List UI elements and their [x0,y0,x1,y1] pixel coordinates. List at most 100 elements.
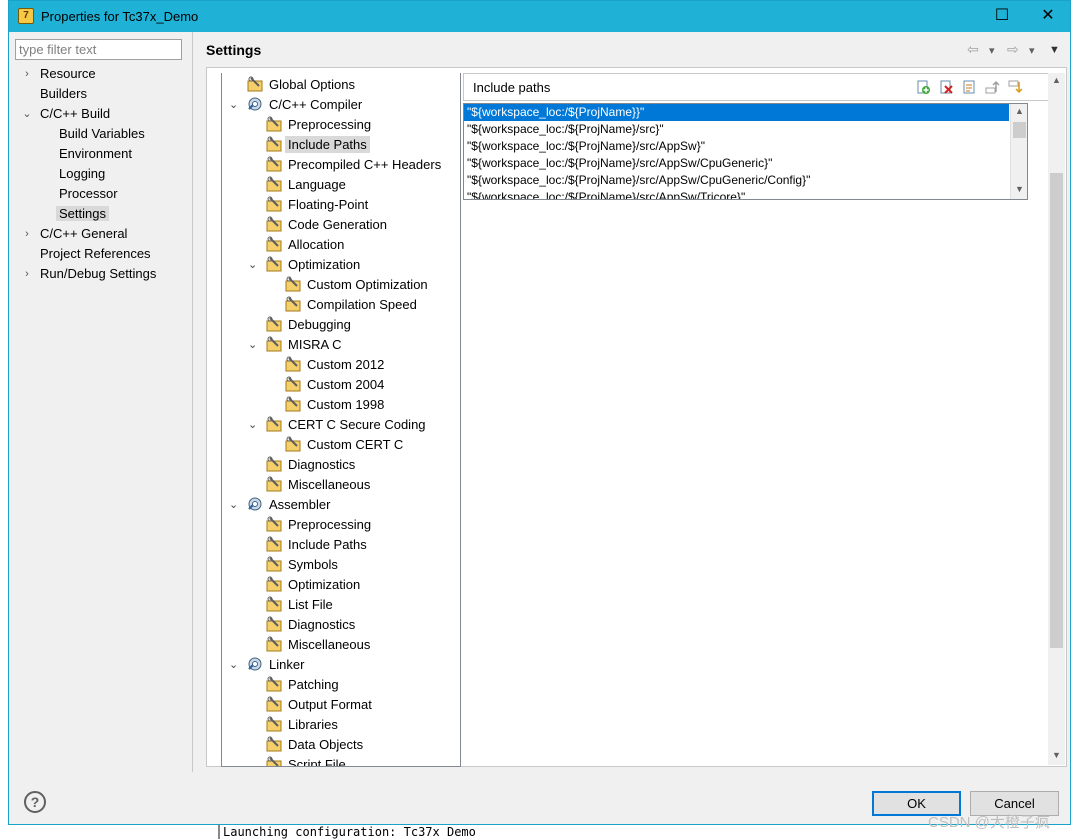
forward-arrow-icon[interactable]: ⇨ [1007,41,1019,58]
tree-node-label: Linker [269,657,305,672]
delete-icon[interactable] [938,79,954,95]
tree-node-label: List File [288,597,333,612]
tree-node[interactable]: Miscellaneous [266,635,373,655]
content-scroll-up[interactable]: ▲ [1048,75,1065,85]
nav-item[interactable]: › C/C++ General [25,224,130,244]
nav-item[interactable]: Logging [56,164,108,184]
include-path-row[interactable]: "${workspace_loc:/${ProjName}/src/AppSw/… [464,155,1027,172]
tree-node[interactable]: Preprocessing [266,515,374,535]
chevron-down-icon[interactable]: ⌄ [248,415,257,435]
tool-settings-icon [266,456,285,472]
filter-input[interactable] [15,39,182,60]
tree-node[interactable]: Custom 1998 [285,395,387,415]
move-down-icon[interactable] [1007,79,1023,95]
tree-node-label: Patching [288,677,339,692]
content-scroll-down[interactable]: ▼ [1048,750,1065,760]
tree-node[interactable]: Custom 2012 [285,355,387,375]
tool-settings-icon [266,116,285,132]
tree-node[interactable]: Miscellaneous [266,475,373,495]
tree-node-label: C/C++ Compiler [269,97,363,112]
nav-item[interactable]: Build Variables [56,124,148,144]
tree-node[interactable]: Data Objects [266,735,366,755]
tree-node[interactable]: Patching [266,675,342,695]
nav-item-label: Project References [40,246,151,261]
tree-node[interactable]: Code Generation [266,215,390,235]
tree-node[interactable]: Debugging [266,315,354,335]
list-scrollbar[interactable]: ▲ ▼ [1010,104,1027,199]
nav-item[interactable]: Environment [56,144,135,164]
include-path-row[interactable]: "${workspace_loc:/${ProjName}/src/AppSw/… [464,189,1027,199]
tree-node-label: Include Paths [285,136,370,153]
maximize-button[interactable]: ☐ [979,1,1025,32]
tree-node-label: Precompiled C++ Headers [288,157,442,172]
view-menu-icon[interactable]: ▼ [1049,44,1060,56]
nav-item[interactable]: Project References [37,244,154,264]
tree-node[interactable]: Preprocessing [266,115,374,135]
tree-node[interactable]: List File [266,595,336,615]
tree-node[interactable]: Include Paths [266,535,370,555]
forward-dropdown-icon[interactable]: ▾ [1029,44,1035,57]
background-console: Launching configuration: Tc37x Demo [8,824,1071,839]
chevron-down-icon[interactable]: ⌄ [229,495,238,515]
tool-gear-icon [247,497,266,512]
tree-node[interactable]: ⌄ Assembler [229,495,333,515]
include-path-row[interactable]: "${workspace_loc:/${ProjName}/src/AppSw/… [464,172,1027,189]
back-dropdown-icon[interactable]: ▾ [989,44,995,57]
include-path-row[interactable]: "${workspace_loc:/${ProjName}}" [464,104,1009,121]
tree-node[interactable]: Libraries [266,715,341,735]
chevron-right-icon[interactable]: › [21,64,33,84]
chevron-right-icon[interactable]: › [21,264,33,284]
tree-node[interactable]: ⌄ C/C++ Compiler [229,95,365,115]
chevron-down-icon[interactable]: ⌄ [229,655,238,675]
nav-item[interactable]: › Run/Debug Settings [25,264,159,284]
tree-node[interactable]: Custom CERT C [285,435,406,455]
list-scroll-thumb[interactable] [1013,122,1026,138]
tree-node[interactable]: Precompiled C++ Headers [266,155,444,175]
tree-node[interactable]: Include Paths [266,135,370,155]
nav-item[interactable]: › Resource [25,64,99,84]
tree-node[interactable]: ⌄ MISRA C [248,335,344,355]
tree-node[interactable]: Compilation Speed [285,295,420,315]
nav-item[interactable]: Processor [56,184,121,204]
tree-node[interactable]: ⌄ Linker [229,655,307,675]
tree-node-label: Diagnostics [288,617,356,632]
nav-item[interactable]: ⌄ C/C++ Build [22,104,113,124]
edit-icon[interactable] [961,79,977,95]
tree-node-label: Libraries [288,717,338,732]
include-paths-list[interactable]: "${workspace_loc:/${ProjName}}" "${worksp… [463,103,1028,200]
tree-node[interactable]: Language [266,175,349,195]
tree-node[interactable]: Custom 2004 [285,375,387,395]
add-icon[interactable] [915,79,931,95]
content-scroll-thumb[interactable] [1050,173,1063,648]
help-icon[interactable]: ? [24,791,46,813]
chevron-down-icon[interactable]: ⌄ [229,95,238,115]
move-up-icon[interactable] [984,79,1000,95]
chevron-down-icon[interactable]: ⌄ [248,255,257,275]
nav-item[interactable]: Settings [56,204,109,224]
tree-node[interactable]: Output Format [266,695,375,715]
tree-node[interactable]: Diagnostics [266,455,358,475]
chevron-down-icon[interactable]: ⌄ [21,104,33,124]
include-path-row[interactable]: "${workspace_loc:/${ProjName}/src/AppSw}… [464,138,1027,155]
chevron-right-icon[interactable]: › [21,224,33,244]
back-arrow-icon[interactable]: ⇦ [967,41,979,58]
tree-node[interactable]: Script File [266,755,349,766]
close-button[interactable]: ✕ [1025,1,1071,32]
tree-node[interactable]: Allocation [266,235,347,255]
nav-item[interactable]: Builders [37,84,90,104]
tree-node[interactable]: ⌄ Optimization [248,255,363,275]
tree-node[interactable]: Diagnostics [266,615,358,635]
tree-node-label: Custom 1998 [307,397,385,412]
list-scroll-down[interactable]: ▼ [1011,184,1027,194]
nav-item-label: Builders [40,86,87,101]
tree-node[interactable]: Symbols [266,555,341,575]
chevron-down-icon[interactable]: ⌄ [248,335,257,355]
tree-node[interactable]: Custom Optimization [285,275,431,295]
include-path-row[interactable]: "${workspace_loc:/${ProjName}/src}" [464,121,1027,138]
tree-node[interactable]: Optimization [266,575,363,595]
tree-node[interactable]: Floating-Point [266,195,371,215]
tree-node[interactable]: Global Options [247,75,358,95]
content-scrollbar[interactable]: ▲ ▼ [1048,73,1065,765]
list-scroll-up[interactable]: ▲ [1011,106,1027,116]
tree-node[interactable]: ⌄ CERT C Secure Coding [248,415,429,435]
